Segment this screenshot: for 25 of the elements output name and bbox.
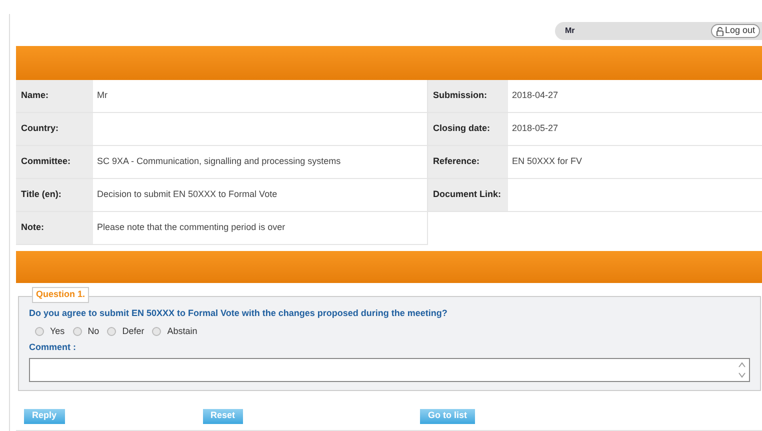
- field-label: Reference:: [428, 146, 508, 178]
- spinner-icon: [738, 360, 746, 378]
- comment-field[interactable]: [29, 358, 750, 382]
- field-label: Document Link:: [428, 179, 508, 211]
- radio-button[interactable]: [107, 326, 116, 336]
- field-label: Country:: [16, 113, 93, 145]
- field-label: Name:: [16, 80, 93, 112]
- radio-option[interactable]: Yes: [35, 324, 65, 338]
- field-label: Submission:: [428, 80, 508, 112]
- logout-button[interactable]: Log out: [710, 24, 760, 38]
- field-label: Committee:: [16, 146, 93, 178]
- question-legend: Question 1.: [32, 287, 90, 302]
- radio-option[interactable]: Defer: [107, 324, 144, 338]
- radio-option[interactable]: Abstain: [152, 324, 198, 338]
- radio-option[interactable]: No: [72, 324, 100, 338]
- radio-button[interactable]: [72, 326, 82, 336]
- comment-label: Comment :: [29, 341, 77, 354]
- lock-icon: [716, 26, 724, 36]
- radio-button[interactable]: [152, 326, 162, 336]
- field-label: Closing date:: [428, 113, 508, 145]
- question-text: Do you agree to submit EN 50XXX to Formal Vote with the changes proposed during the meeting?: [29, 307, 448, 320]
- radio-button[interactable]: [35, 326, 44, 336]
- field-label: Title (en):: [16, 179, 93, 211]
- field-label: Note:: [16, 212, 93, 244]
- user-name: Mr: [565, 25, 575, 37]
